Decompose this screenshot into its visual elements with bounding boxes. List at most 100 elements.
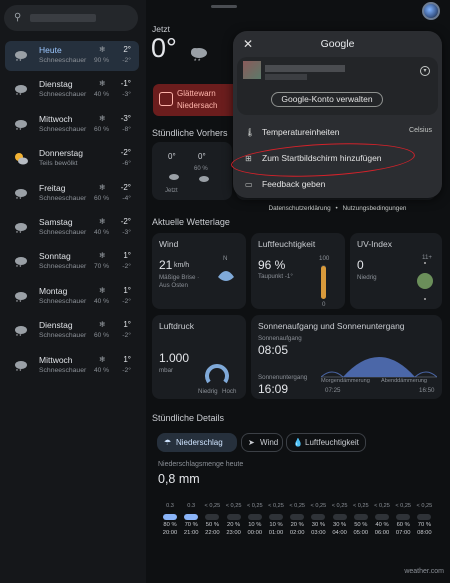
hour-precip-amount: < 0,25	[246, 503, 263, 509]
weather-warning-banner[interactable]: Glättewarn Niedersach	[153, 84, 243, 116]
day-row[interactable]: * * Sonntag Schneeschauer ❄ 70 % 1° -2°	[5, 247, 139, 277]
day-high: -2°	[120, 148, 131, 158]
hour-precip-chance: 80 %	[163, 522, 177, 528]
day-high: 1°	[123, 285, 131, 295]
day-condition: Schneeschauer	[39, 229, 87, 236]
hour-precip-bar	[396, 514, 411, 520]
hour-precip-bar	[247, 514, 262, 520]
humidity-card[interactable]: Luftfeuchtigkeit 96 % Taupunkt -1° 100 0	[251, 233, 345, 309]
day-condition: Schneeschauer	[39, 263, 87, 271]
chip-humidity[interactable]: 💧 Luftfeuchtigkeit	[286, 433, 366, 452]
dew-point: Taupunkt -1°	[258, 273, 293, 280]
footer-separator: •	[335, 205, 338, 212]
day-name: Samstag	[39, 217, 73, 227]
day-row[interactable]: * * Dienstag Schneeschauer ❄ 60 % 1° -2°	[5, 316, 139, 346]
hour-precip-chance: 70 %	[184, 522, 198, 528]
uv-scale-max: 11+	[422, 254, 433, 261]
terms-link[interactable]: Nutzungsbedingungen	[343, 205, 407, 212]
warning-region: Niedersach	[177, 101, 218, 110]
day-name: Dienstag	[39, 320, 73, 331]
hour-precip-bar	[353, 514, 368, 520]
feedback-item[interactable]: ▭ Feedback geben	[245, 179, 325, 189]
day-row[interactable]: Donnerstag Teils bewölkt -2° -6°	[5, 144, 139, 174]
day-precip-chance: 60 %	[94, 194, 110, 202]
hour-precip-chance: 70 %	[417, 522, 431, 528]
day-low: -2°	[122, 297, 131, 305]
hour-time: 20:00	[162, 530, 178, 536]
snowflake-icon: ❄	[99, 251, 106, 261]
precip-amount-label: Niederschlagsmenge heute	[158, 461, 244, 468]
uv-value: 0	[357, 258, 364, 272]
day-row[interactable]: * * Montag Schneeschauer ❄ 40 % 1° -2°	[5, 282, 139, 312]
account-email-blurred	[265, 74, 307, 80]
day-row[interactable]: * * Heute Schneeschauer ❄ 90 % 2° -2°	[5, 41, 139, 71]
hour-temp: 0°	[198, 152, 206, 161]
warning-icon	[159, 92, 173, 106]
hour-precip-chance: 20 %	[290, 522, 304, 528]
day-row[interactable]: * * Freitag Schneeschauer ❄ 60 % -2° -4°	[5, 179, 139, 209]
location-pin-icon: ⚲	[14, 12, 22, 23]
day-precip-chance: 60 %	[94, 332, 110, 340]
sunset-label: Sonnenuntergang	[258, 374, 308, 381]
hour-precip-amount: < 0,25	[225, 503, 242, 509]
day-row[interactable]: * * Samstag Schneeschauer ❄ 40 % -2° -3°	[5, 213, 139, 243]
day-condition: Teils bewölkt	[39, 160, 78, 168]
hour-column: 0.3 70 % 21:00	[181, 503, 201, 536]
hour-precip-bar	[205, 514, 220, 520]
svg-text:* *: * *	[16, 197, 21, 202]
menu-item-label: Feedback geben	[262, 179, 326, 189]
day-condition: Schneeschauer	[39, 91, 87, 99]
day-condition: Schneeschauer	[39, 332, 87, 340]
day-row[interactable]: * * Dienstag Schneeschauer ❄ 40 % -1° -3°	[5, 75, 139, 105]
day-row[interactable]: * * Mittwoch Schneeschauer ❄ 40 % 1° -2°	[5, 351, 139, 381]
cloud-icon	[169, 174, 179, 180]
privacy-link[interactable]: Datenschutzerklärung	[269, 205, 331, 212]
wind-desc: Mäßige Brise ·	[159, 274, 200, 281]
day-name: Heute	[39, 45, 62, 55]
day-low: -4°	[122, 194, 131, 202]
day-row[interactable]: * * Mittwoch Schneeschauer ❄ 60 % -3° -8°	[5, 110, 139, 140]
cloud-icon	[199, 176, 209, 182]
day-precip-chance: 40 %	[94, 297, 110, 305]
manage-account-button[interactable]: Google-Konto verwalten	[271, 92, 383, 107]
chip-precipitation[interactable]: ☂ Niederschlag	[157, 433, 237, 452]
hour-precip-bar	[184, 514, 199, 520]
chevron-down-icon[interactable]: ▾	[420, 66, 430, 76]
snow-cloud-icon: * *	[13, 254, 29, 271]
hour-time: 23:00	[226, 530, 241, 536]
temperature-units-item[interactable]: 🌡 Temperatureinheiten	[245, 127, 340, 137]
day-name: Mittwoch	[39, 354, 73, 365]
sunrise-sunset-card[interactable]: Sonnenaufgang und Sonnenuntergang Sonnen…	[251, 315, 442, 399]
dawn-label: Morgendämmerung	[321, 378, 370, 384]
hour-precip-amount: 0.3	[166, 503, 174, 509]
snow-cloud-icon: * *	[13, 358, 29, 375]
chip-wind[interactable]: ➤ Wind	[241, 433, 283, 452]
wind-card[interactable]: Wind 21 km/h Mäßige Brise · Aus Osten N	[152, 233, 246, 309]
pressure-low: Niedrig	[198, 388, 218, 395]
account-avatar[interactable]	[422, 2, 440, 20]
account-card: ▾ Google-Konto verwalten	[237, 57, 438, 115]
hour-column: < 0,25 70 % 08:00	[414, 503, 434, 536]
feedback-icon: ▭	[245, 180, 253, 189]
hourly-forecast-card[interactable]: 0° 0° 60 % Jetzt	[152, 142, 232, 200]
compass-north: N	[223, 255, 228, 262]
hour-precip-bar	[163, 514, 177, 520]
uv-gauge	[417, 262, 433, 300]
pressure-unit: mbar	[159, 367, 174, 374]
day-low: -2°	[122, 332, 131, 340]
pressure-card[interactable]: Luftdruck 1.000 mbar Niedrig Hoch	[152, 315, 246, 399]
drag-handle[interactable]	[211, 5, 237, 8]
hour-column: < 0,25 60 % 07:00	[393, 503, 413, 536]
snow-cloud-icon: * *	[13, 220, 29, 237]
day-condition: Schneeschauer	[39, 194, 87, 202]
day-condition: Schneeschauer	[39, 366, 87, 374]
location-name-blurred	[30, 14, 96, 22]
hour-column: < 0,25 50 % 22:00	[202, 503, 222, 536]
hour-precip-chance: 10 %	[269, 522, 283, 528]
hour-precip-chance: 50 %	[354, 522, 368, 528]
location-search[interactable]: ⚲	[4, 5, 138, 31]
uv-card[interactable]: UV-Index 0 Niedrig 11+	[350, 233, 442, 309]
day-low: -3°	[122, 229, 131, 236]
menu-footer: Datenschutzerklärung • Nutzungsbedingung…	[233, 205, 442, 212]
hour-precip-bar	[311, 514, 326, 520]
